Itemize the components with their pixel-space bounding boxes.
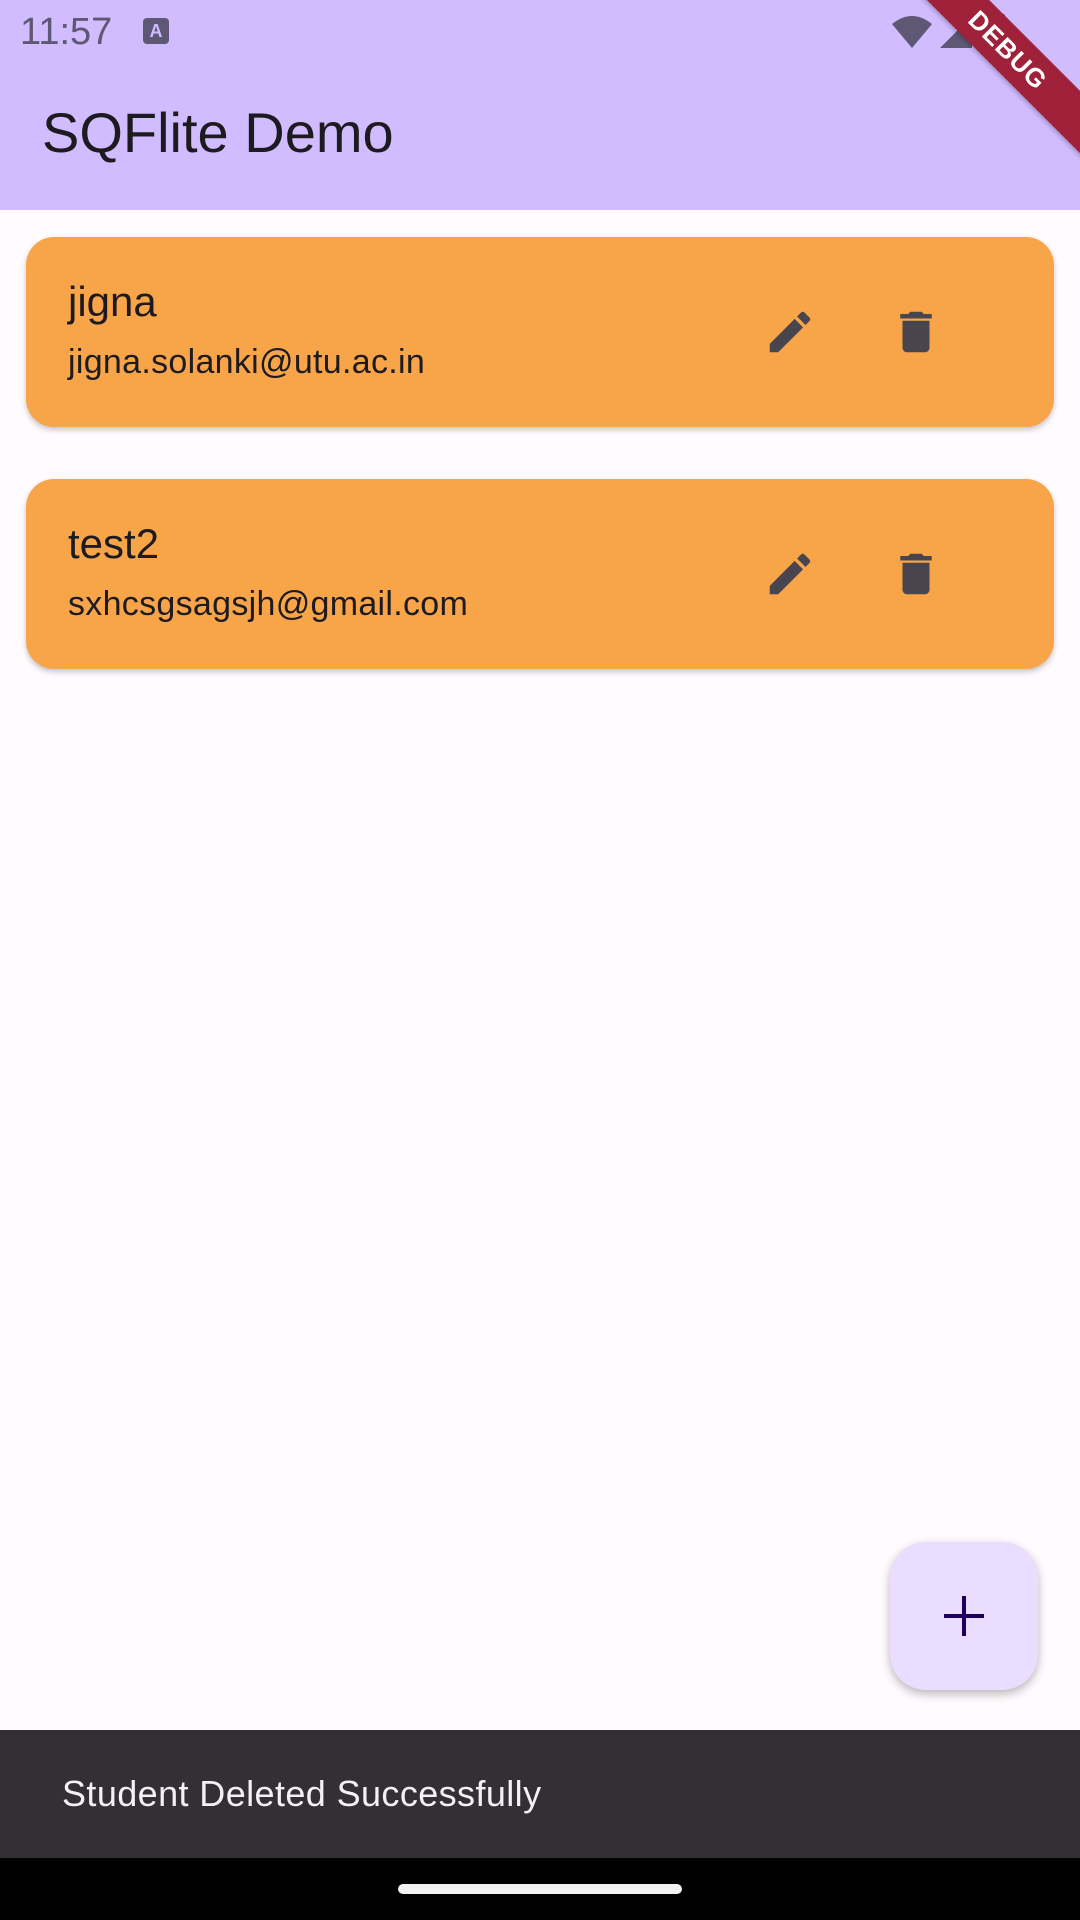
student-card[interactable]: jigna jigna.solanki@utu.ac.in xyxy=(26,237,1054,427)
delete-icon xyxy=(900,311,932,353)
edit-button[interactable] xyxy=(748,290,832,374)
student-name: jigna xyxy=(68,278,157,325)
delete-button[interactable] xyxy=(874,532,958,616)
edit-icon xyxy=(769,553,811,595)
status-time: 11:57 xyxy=(20,11,113,53)
edit-button[interactable] xyxy=(748,532,832,616)
delete-icon xyxy=(900,553,932,595)
system-nav-bar xyxy=(0,1858,1080,1920)
status-bar: 11:57 A xyxy=(0,0,1080,64)
wifi-icon xyxy=(892,16,932,48)
app-bar: SQFlite Demo xyxy=(0,64,1080,210)
screen: 11:57 A DEBUG SQFlite Demo jigna jigna.s… xyxy=(0,0,1080,1920)
page-title: SQFlite Demo xyxy=(42,101,394,164)
student-card[interactable]: test2 sxhcsgsagsjh@gmail.com xyxy=(26,479,1054,669)
edit-icon xyxy=(769,311,811,353)
home-handle[interactable] xyxy=(398,1884,682,1894)
student-name: test2 xyxy=(68,520,160,567)
add-student-button[interactable] xyxy=(890,1542,1038,1690)
student-email: jigna.solanki@utu.ac.in xyxy=(68,343,426,381)
snackbar: Student Deleted Successfully xyxy=(0,1730,1080,1858)
student-email: sxhcsgsagsjh@gmail.com xyxy=(68,585,469,623)
delete-button[interactable] xyxy=(874,290,958,374)
keyboard-notification-icon: A xyxy=(143,18,169,44)
plus-icon xyxy=(944,1596,984,1636)
snackbar-message: Student Deleted Successfully xyxy=(62,1773,542,1814)
